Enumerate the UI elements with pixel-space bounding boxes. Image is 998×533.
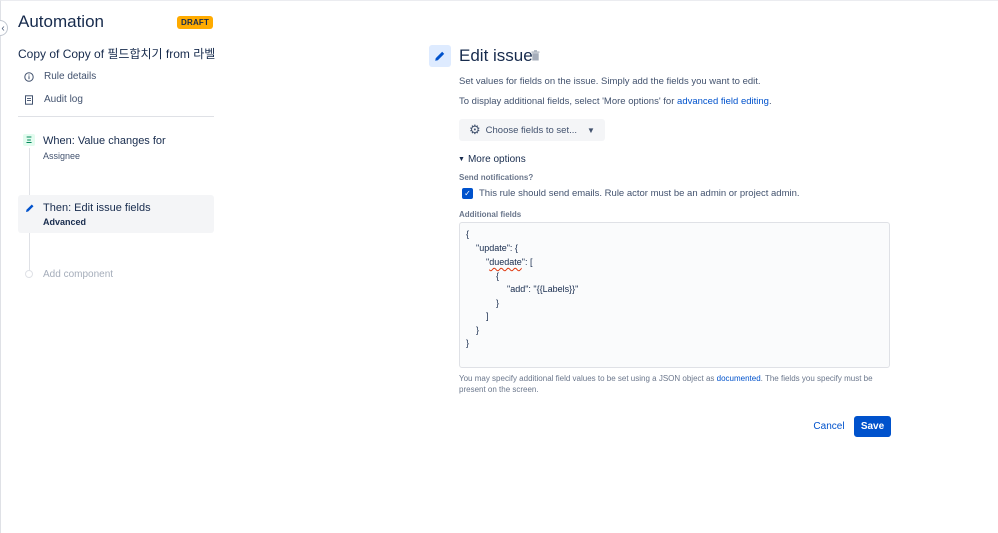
code-line: } — [496, 298, 500, 308]
rule-details-link[interactable]: Rule details — [24, 71, 96, 82]
trigger-icon: Ξ — [23, 134, 35, 146]
audit-log-label: Audit log — [44, 94, 83, 105]
send-emails-checkbox-row[interactable]: ✓ This rule should send emails. Rule act… — [462, 188, 800, 199]
cancel-button[interactable]: Cancel — [808, 416, 850, 437]
send-emails-checkbox[interactable]: ✓ — [462, 188, 473, 199]
code-line: { — [466, 229, 470, 239]
app-title: Automation — [18, 12, 104, 31]
collapse-sidebar-button[interactable]: ‹ — [0, 20, 8, 36]
more-options-label: More options — [467, 154, 526, 165]
code-token: ": [ — [521, 257, 533, 267]
code-line: "duedate": [ — [486, 257, 532, 267]
advanced-field-editing-link[interactable]: advanced field editing — [677, 96, 769, 107]
help-text: You may specify additional field values … — [459, 373, 891, 395]
document-icon — [24, 94, 34, 105]
documented-link[interactable]: documented — [717, 374, 761, 383]
code-line: "update": { — [476, 243, 518, 253]
chevron-down-icon: ▼ — [458, 156, 465, 163]
additional-fields-label: Additional fields — [459, 210, 522, 219]
code-line: "add": "{{Labels}}" — [507, 284, 579, 294]
trigger-step[interactable]: Ξ When: Value changes for Assignee — [18, 128, 214, 168]
code-line: { — [496, 271, 500, 281]
audit-log-link[interactable]: Audit log — [24, 94, 83, 105]
rule-name: Copy of Copy of 필드합치기 from 라벨 — [18, 47, 216, 61]
description-line-1: Set values for fields on the issue. Simp… — [459, 76, 761, 87]
spellcheck-token: duedate — [489, 257, 522, 267]
choose-fields-dropdown[interactable]: ⚙ Choose fields to set... ▼ — [459, 119, 605, 141]
trash-icon[interactable] — [531, 50, 541, 62]
edit-issue-icon — [429, 45, 451, 67]
rule-details-label: Rule details — [44, 71, 97, 82]
add-component-label: Add component — [43, 269, 114, 280]
code-line: ] — [486, 311, 489, 321]
more-options-toggle[interactable]: ▼ More options — [458, 154, 526, 165]
sidebar: ‹ Automation DRAFT Copy of Copy of 필드합치기… — [0, 0, 226, 533]
code-line: } — [476, 325, 480, 335]
action-title: Then: Edit issue fields — [43, 202, 151, 214]
chevron-down-icon: ▼ — [587, 125, 595, 135]
additional-fields-editor[interactable]: { "update": { "duedate": [ { "add": "{{L… — [459, 222, 890, 368]
save-button[interactable]: Save — [854, 416, 891, 437]
description-suffix: . — [768, 96, 772, 107]
gear-icon: ⚙ — [469, 122, 481, 137]
page-title: Edit issue — [459, 46, 533, 65]
description-text: To display additional fields, select 'Mo… — [459, 96, 678, 107]
draft-badge: DRAFT — [177, 16, 214, 29]
help-prefix: You may specify additional field values … — [459, 374, 717, 383]
send-notifications-label: Send notifications? — [459, 173, 534, 182]
pencil-icon — [24, 202, 35, 213]
action-step[interactable]: Then: Edit issue fields Advanced — [18, 195, 214, 233]
trigger-title: When: Value changes for — [43, 135, 166, 147]
add-component-dot — [25, 270, 33, 278]
sidebar-divider — [18, 116, 214, 117]
trigger-subtitle: Assignee — [43, 151, 81, 161]
send-emails-label: This rule should send emails. Rule actor… — [479, 188, 800, 199]
info-icon — [24, 71, 34, 82]
choose-fields-label: Choose fields to set... — [485, 124, 578, 136]
code-line: } — [466, 338, 470, 348]
action-subtitle: Advanced — [43, 217, 87, 227]
description-line-2: To display additional fields, select 'Mo… — [459, 96, 772, 107]
